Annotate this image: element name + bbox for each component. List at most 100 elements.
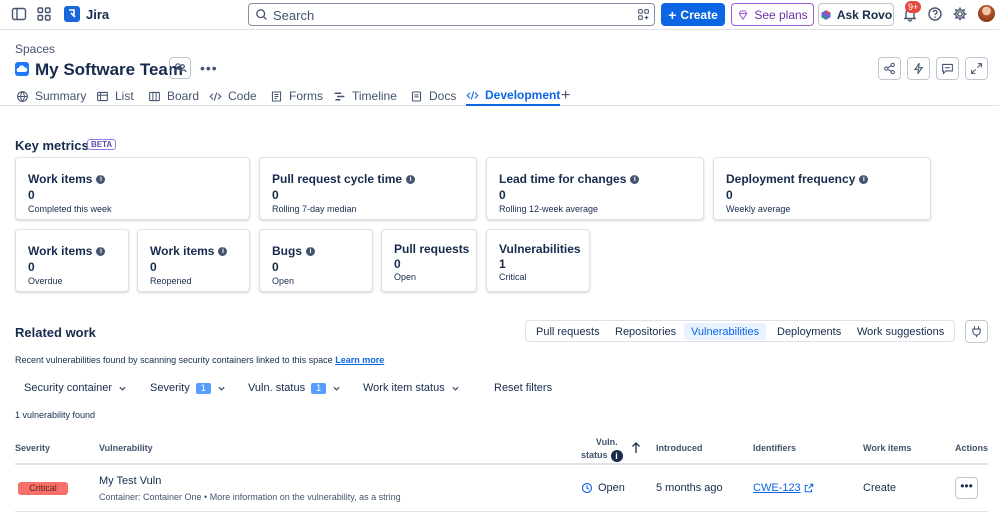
column-header-actions: Actions (955, 443, 989, 453)
globe-icon (17, 90, 28, 102)
metric-title: Work items (150, 244, 215, 258)
search-icon (256, 9, 267, 20)
metric-title: Pull request cycle time (272, 172, 403, 186)
tab-label: Board (167, 89, 200, 103)
metric-card-vulnerabilities[interactable]: Vulnerabilities 1 Critical (486, 229, 590, 292)
metric-title: Lead time for changes (499, 172, 627, 186)
info-icon[interactable]: i (406, 174, 416, 184)
segment-vulnerabilities[interactable]: Vulnerabilities (684, 323, 767, 340)
metric-card-work-items-reopened: Work items i 0 Reopened (137, 229, 250, 292)
metric-card-work-items-completed: Work items i 0 Completed this week (15, 157, 250, 220)
tab-list[interactable]: List (96, 86, 134, 106)
info-icon[interactable]: i (218, 246, 228, 256)
search-placeholder: Search (273, 8, 315, 23)
metric-subtitle: Rolling 7-day median (272, 204, 357, 214)
tab-code[interactable]: Code (209, 86, 257, 106)
connect-tool-button[interactable] (965, 320, 988, 343)
identifier-link[interactable]: CWE-123 (753, 482, 814, 494)
segment-repositories[interactable]: Repositories (608, 323, 683, 340)
create-work-item-link[interactable]: Create (863, 482, 896, 494)
metric-title: Bugs (272, 244, 302, 258)
automation-button[interactable] (907, 57, 930, 80)
filter-security-container[interactable]: Security container (24, 382, 127, 394)
add-tab-plus-icon[interactable]: + (561, 86, 570, 106)
metric-subtitle: Critical (499, 272, 527, 282)
related-work-segmented-control: Pull requests Repositories Vulnerabiliti… (525, 320, 955, 342)
sort-arrow-up-icon[interactable] (631, 441, 641, 454)
filter-severity[interactable]: Severity 1 (150, 382, 226, 394)
column-header-identifiers[interactable]: Identifiers (753, 443, 796, 453)
metric-subtitle: Open (272, 276, 295, 286)
metric-value: 0 (726, 188, 733, 202)
sidebar-toggle-icon[interactable] (11, 6, 27, 22)
tab-label: Code (228, 89, 257, 103)
create-button[interactable]: + Create (661, 3, 725, 26)
tab-timeline[interactable]: Timeline (333, 86, 397, 106)
jira-logo-icon[interactable] (64, 6, 80, 22)
ask-rovo-label: Ask Rovo (836, 7, 893, 22)
user-avatar[interactable] (978, 5, 995, 22)
search-filter-icon[interactable] (637, 8, 650, 21)
severity-badge: Critical (18, 482, 68, 495)
column-header-severity[interactable]: Severity (15, 443, 50, 453)
settings-gear-icon[interactable] (952, 6, 968, 22)
tab-docs[interactable]: Docs (410, 86, 456, 106)
column-header-vulnerability[interactable]: Vulnerability (99, 443, 153, 453)
breadcrumb-spaces[interactable]: Spaces (15, 42, 55, 56)
feedback-button[interactable] (936, 57, 959, 80)
more-actions-icon: ••• (960, 479, 973, 493)
learn-more-link[interactable]: Learn more (335, 355, 384, 365)
metric-value: 0 (28, 188, 35, 202)
tab-board[interactable]: Board (148, 86, 199, 106)
team-members-button[interactable] (169, 57, 191, 79)
tab-label: List (115, 89, 134, 103)
timeline-icon (334, 92, 345, 100)
docs-icon (411, 91, 422, 101)
app-switcher-icon[interactable] (36, 6, 52, 22)
column-header-vuln-status[interactable]: Vuln. status i (581, 436, 623, 462)
external-link-icon (804, 483, 813, 493)
metric-subtitle: Weekly average (726, 204, 791, 214)
tab-label: Development (485, 88, 561, 102)
reset-filters-button[interactable]: Reset filters (494, 382, 552, 394)
create-label: Create (680, 7, 718, 22)
metric-subtitle: Reopened (150, 276, 192, 286)
ask-rovo-button[interactable]: Ask Rovo (818, 3, 894, 26)
column-header-introduced[interactable]: Introduced (656, 443, 703, 453)
tab-summary[interactable]: Summary (16, 86, 86, 106)
more-options-icon[interactable]: ••• (200, 60, 218, 76)
segment-pull-requests[interactable]: Pull requests (529, 323, 607, 340)
identifier-text: CWE-123 (753, 482, 801, 494)
help-icon[interactable] (927, 6, 943, 22)
info-icon[interactable]: i (630, 174, 640, 184)
search-input[interactable]: Search (248, 3, 655, 26)
segment-work-suggestions[interactable]: Work suggestions (850, 323, 951, 340)
tab-forms[interactable]: Forms (270, 86, 323, 106)
table-header-divider (15, 463, 988, 465)
info-icon[interactable]: i (306, 246, 315, 256)
row-actions-button[interactable]: ••• (955, 477, 978, 499)
filter-vuln-status[interactable]: Vuln. status 1 (248, 382, 341, 394)
info-icon[interactable]: i (610, 449, 623, 462)
vulnerability-detail: Container: Container One • More informat… (99, 492, 401, 502)
vuln-status-text: Open (598, 482, 625, 494)
metric-value: 0 (150, 260, 157, 274)
metric-subtitle: Rolling 12-week average (499, 204, 599, 214)
tab-development[interactable]: Development (466, 86, 561, 106)
segment-deployments[interactable]: Deployments (770, 323, 848, 340)
fullscreen-button[interactable] (965, 57, 988, 80)
share-button[interactable] (878, 57, 901, 80)
header-line-1: Vuln. (595, 437, 618, 447)
see-plans-button[interactable]: See plans (731, 3, 814, 26)
column-header-work-items[interactable]: Work items (863, 443, 911, 453)
metric-card-lead-time: Lead time for changes i 0 Rolling 12-week… (486, 157, 704, 220)
info-icon[interactable]: i (859, 174, 869, 184)
vuln-status-cell: Open (581, 482, 625, 494)
filter-work-item-status[interactable]: Work item status (363, 382, 460, 394)
info-icon[interactable]: i (96, 246, 106, 256)
info-icon[interactable]: i (96, 174, 106, 184)
list-icon (97, 91, 108, 101)
metric-subtitle: Overdue (28, 276, 63, 286)
app-name[interactable]: Jira (86, 7, 109, 22)
filter-count-badge: 1 (311, 382, 327, 394)
